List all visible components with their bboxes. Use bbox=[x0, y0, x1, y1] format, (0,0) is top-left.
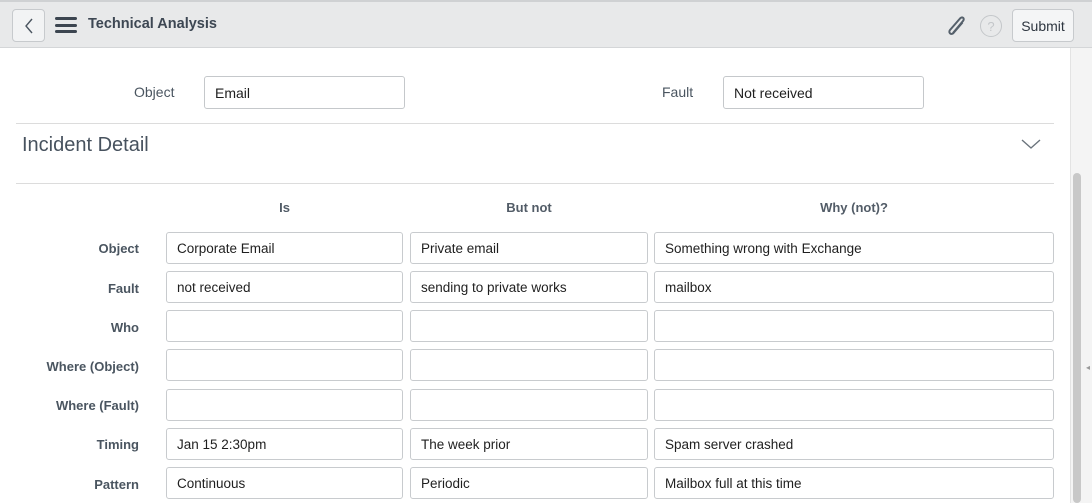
help-icon[interactable]: ? bbox=[980, 15, 1002, 37]
page-title: Technical Analysis bbox=[88, 16, 217, 32]
but-not-input[interactable] bbox=[410, 467, 648, 499]
why-input[interactable] bbox=[654, 389, 1054, 421]
menu-icon[interactable] bbox=[55, 17, 77, 33]
column-header-is: Is bbox=[279, 200, 290, 215]
chevron-left-icon bbox=[24, 18, 33, 33]
but-not-input[interactable] bbox=[410, 271, 648, 303]
row-label: Who bbox=[110, 320, 139, 335]
is-input[interactable] bbox=[166, 467, 403, 499]
divider bbox=[16, 183, 1054, 184]
paperclip-icon[interactable] bbox=[946, 13, 970, 39]
but-not-input[interactable] bbox=[410, 232, 648, 264]
column-header-why: Why (not)? bbox=[820, 200, 888, 215]
is-input[interactable] bbox=[166, 428, 403, 460]
but-not-input[interactable] bbox=[410, 310, 648, 342]
fault-input[interactable] bbox=[723, 76, 924, 109]
chevron-down-icon[interactable] bbox=[1020, 136, 1042, 152]
row-label: Timing bbox=[96, 437, 139, 452]
why-input[interactable] bbox=[654, 467, 1054, 499]
but-not-input[interactable] bbox=[410, 389, 648, 421]
why-input[interactable] bbox=[654, 232, 1054, 264]
row-label: Object bbox=[98, 241, 139, 256]
resize-handle-icon[interactable]: ◂ bbox=[1086, 363, 1092, 372]
row-label: Fault bbox=[107, 281, 139, 296]
row-label: Pattern bbox=[94, 477, 139, 492]
is-input[interactable] bbox=[166, 349, 403, 381]
is-input[interactable] bbox=[166, 271, 403, 303]
why-input[interactable] bbox=[654, 349, 1054, 381]
why-input[interactable] bbox=[654, 271, 1054, 303]
why-input[interactable] bbox=[654, 310, 1054, 342]
submit-button[interactable]: Submit bbox=[1012, 9, 1074, 42]
column-header-but-not: But not bbox=[506, 200, 552, 215]
back-button[interactable] bbox=[12, 9, 45, 42]
object-label: Object bbox=[134, 84, 175, 100]
object-input[interactable] bbox=[204, 76, 405, 109]
but-not-input[interactable] bbox=[410, 349, 648, 381]
section-title: Incident Detail bbox=[22, 134, 149, 156]
why-input[interactable] bbox=[654, 428, 1054, 460]
scrollbar-thumb[interactable] bbox=[1073, 173, 1081, 503]
row-label: Where (Fault) bbox=[55, 398, 139, 413]
fault-label: Fault bbox=[662, 84, 694, 100]
is-input[interactable] bbox=[166, 310, 403, 342]
but-not-input[interactable] bbox=[410, 428, 648, 460]
app-header: Technical Analysis ? Submit bbox=[0, 0, 1092, 48]
is-input[interactable] bbox=[166, 232, 403, 264]
is-input[interactable] bbox=[166, 389, 403, 421]
divider bbox=[16, 123, 1054, 124]
row-label: Where (Object) bbox=[46, 359, 139, 374]
